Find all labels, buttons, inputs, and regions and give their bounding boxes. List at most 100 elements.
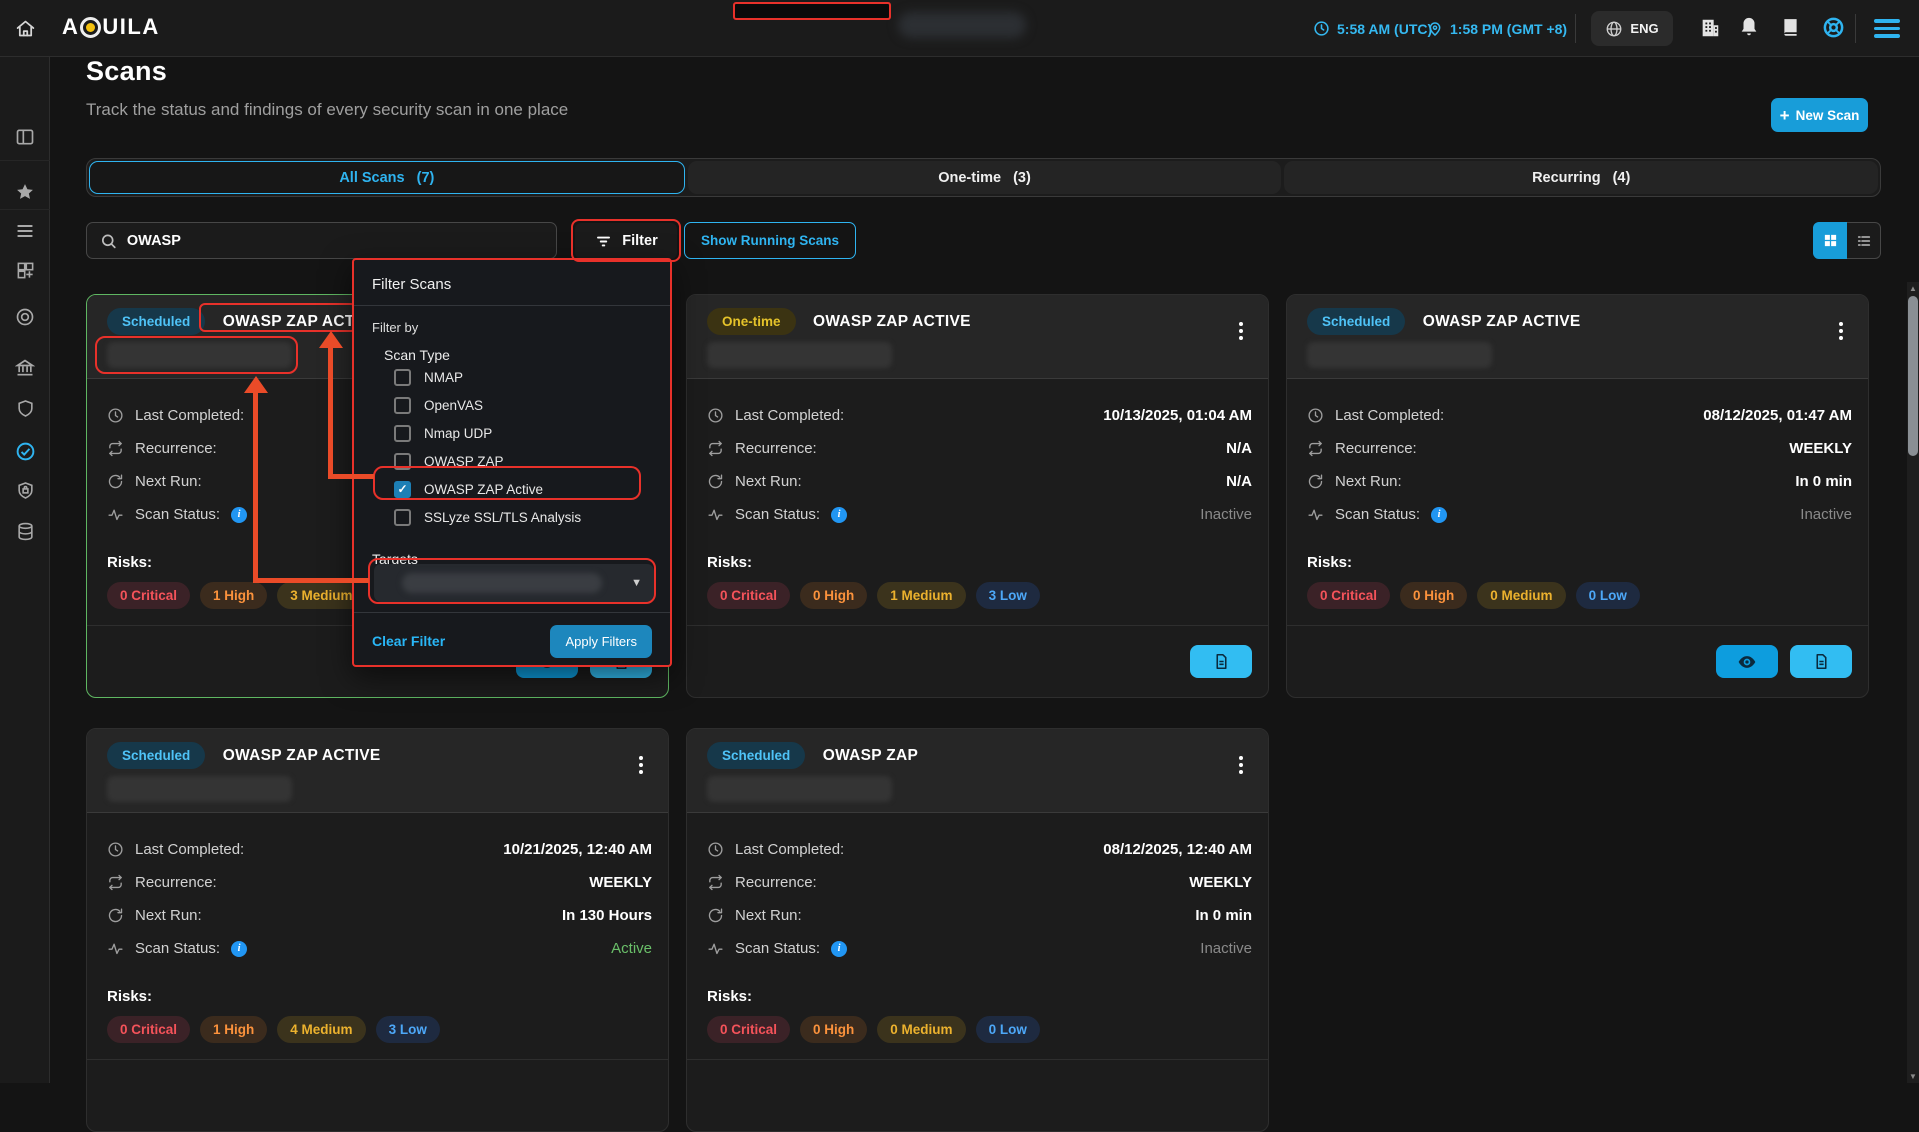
scan-target-redacted xyxy=(707,342,892,368)
clock-icon xyxy=(1307,407,1324,424)
list-view-button[interactable] xyxy=(1847,222,1881,259)
filter-option-owasp-zap-active[interactable]: ✓OWASP ZAP Active xyxy=(394,475,670,503)
clock-icon xyxy=(107,407,124,424)
risks-label: Risks: xyxy=(1307,554,1852,571)
risk-chips: 0 Critical 0 High 0 Medium 0 Low xyxy=(707,1016,1252,1043)
checkbox-checked[interactable]: ✓ xyxy=(394,481,411,498)
scan-type-badge: One-time xyxy=(707,308,796,335)
tab-recurring[interactable]: Recurring(4) xyxy=(1284,161,1878,194)
scroll-down-icon[interactable]: ▼ xyxy=(1907,1072,1919,1081)
sidebar-item-targets[interactable] xyxy=(0,300,50,334)
sidebar-item-vulnerabilities[interactable] xyxy=(0,473,50,507)
info-icon[interactable]: i xyxy=(231,941,247,957)
notifications-bell-icon[interactable] xyxy=(1738,16,1760,38)
hamburger-menu-icon[interactable] xyxy=(1874,19,1900,42)
search-input[interactable] xyxy=(127,233,543,249)
scrollbar-thumb[interactable] xyxy=(1908,296,1918,456)
info-icon[interactable]: i xyxy=(1431,507,1447,523)
language-selector[interactable]: ENG xyxy=(1591,11,1673,46)
card-menu-button[interactable] xyxy=(1836,319,1846,343)
card-menu-button[interactable] xyxy=(636,753,646,777)
repeat-icon xyxy=(1307,440,1324,457)
scan-type-label: Scan Type xyxy=(354,335,670,363)
card-footer xyxy=(87,1059,668,1131)
checkbox[interactable] xyxy=(394,425,411,442)
filter-option-sslyze[interactable]: SSLyze SSL/TLS Analysis xyxy=(394,503,670,531)
filter-button[interactable]: Filter xyxy=(575,223,677,259)
low-chip: 0 Low xyxy=(976,1016,1040,1043)
high-chip: 1 High xyxy=(200,1016,267,1043)
panels-icon xyxy=(15,127,35,147)
filter-option-nmap-udp[interactable]: Nmap UDP xyxy=(394,419,670,447)
new-scan-button[interactable]: + New Scan xyxy=(1771,98,1868,132)
home-icon[interactable] xyxy=(0,0,50,57)
show-running-scans-button[interactable]: Show Running Scans xyxy=(684,222,856,259)
clock-icon xyxy=(707,841,724,858)
risk-chips: 0 Critical 0 High 0 Medium 0 Low xyxy=(1307,582,1852,609)
sidebar-item-scans-active[interactable] xyxy=(0,434,50,468)
info-icon[interactable]: i xyxy=(231,507,247,523)
sidebar-item-organization[interactable] xyxy=(0,351,50,385)
checkbox[interactable] xyxy=(394,453,411,470)
divider xyxy=(1575,14,1576,43)
sidebar-item-panels[interactable] xyxy=(0,120,50,154)
filter-option-nmap[interactable]: NMAP xyxy=(394,363,670,391)
grid-icon xyxy=(16,261,35,280)
view-toggle xyxy=(1813,222,1881,259)
filter-option-openvas[interactable]: OpenVAS xyxy=(394,391,670,419)
targets-label: Targets xyxy=(354,531,670,567)
vertical-scrollbar[interactable]: ▲ ▼ xyxy=(1907,282,1919,1083)
sidebar-item-defense[interactable] xyxy=(0,391,50,425)
refresh-icon xyxy=(107,907,124,924)
activity-icon xyxy=(707,506,724,523)
card-menu-button[interactable] xyxy=(1236,319,1246,343)
view-scan-button[interactable] xyxy=(1716,645,1778,678)
card-menu-button[interactable] xyxy=(1236,753,1246,777)
checkbox[interactable] xyxy=(394,397,411,414)
search-box[interactable] xyxy=(86,222,557,259)
medium-chip: 1 Medium xyxy=(877,582,965,609)
scan-target-redacted xyxy=(1307,342,1492,368)
low-chip: 0 Low xyxy=(1576,582,1640,609)
filter-option-owasp-zap[interactable]: OWASP ZAP xyxy=(394,447,670,475)
menu-list-icon xyxy=(15,221,35,241)
sidebar-item-favorites[interactable] xyxy=(0,175,50,209)
support-lifebuoy-icon[interactable] xyxy=(1822,16,1845,39)
sidebar-item-dashboard[interactable] xyxy=(0,253,50,287)
organization-icon[interactable] xyxy=(1699,17,1721,39)
scroll-up-icon[interactable]: ▲ xyxy=(1907,284,1919,293)
card-body: Last Completed:08/12/2025, 01:47 AM Recu… xyxy=(1287,379,1868,609)
checkbox[interactable] xyxy=(394,369,411,386)
grid-view-button[interactable] xyxy=(1813,222,1847,259)
risks-label: Risks: xyxy=(107,988,652,1005)
info-icon[interactable]: i xyxy=(831,941,847,957)
tab-all-scans[interactable]: All Scans(7) xyxy=(89,161,685,194)
critical-chip: 0 Critical xyxy=(107,1016,190,1043)
clear-filter-button[interactable]: Clear Filter xyxy=(372,633,445,649)
info-icon[interactable]: i xyxy=(831,507,847,523)
scan-target-redacted xyxy=(107,342,292,368)
docs-book-icon[interactable] xyxy=(1780,16,1801,38)
card-header: Scheduled OWASP ZAP xyxy=(687,729,1268,813)
apply-filters-button[interactable]: Apply Filters xyxy=(550,625,652,658)
file-icon xyxy=(1813,653,1830,670)
activity-icon xyxy=(1307,506,1324,523)
targets-dropdown[interactable]: ▼ xyxy=(374,564,654,602)
medium-chip: 4 Medium xyxy=(277,1016,365,1043)
sidebar-item-menu[interactable] xyxy=(0,214,50,248)
sidebar-item-assets[interactable] xyxy=(0,514,50,548)
refresh-icon xyxy=(107,473,124,490)
activity-icon xyxy=(107,940,124,957)
report-button[interactable] xyxy=(1190,645,1252,678)
target-icon xyxy=(15,307,35,327)
risk-chips: 0 Critical 1 High 4 Medium 3 Low xyxy=(107,1016,652,1043)
eye-icon xyxy=(1737,652,1757,672)
tab-one-time[interactable]: One-time(3) xyxy=(688,161,1282,194)
low-chip: 3 Low xyxy=(376,1016,440,1043)
report-button[interactable] xyxy=(1790,645,1852,678)
checkbox[interactable] xyxy=(394,509,411,526)
critical-chip: 0 Critical xyxy=(1307,582,1390,609)
repeat-icon xyxy=(707,440,724,457)
card-body: Last Completed:10/21/2025, 12:40 AM Recu… xyxy=(87,813,668,1043)
repeat-icon xyxy=(707,874,724,891)
